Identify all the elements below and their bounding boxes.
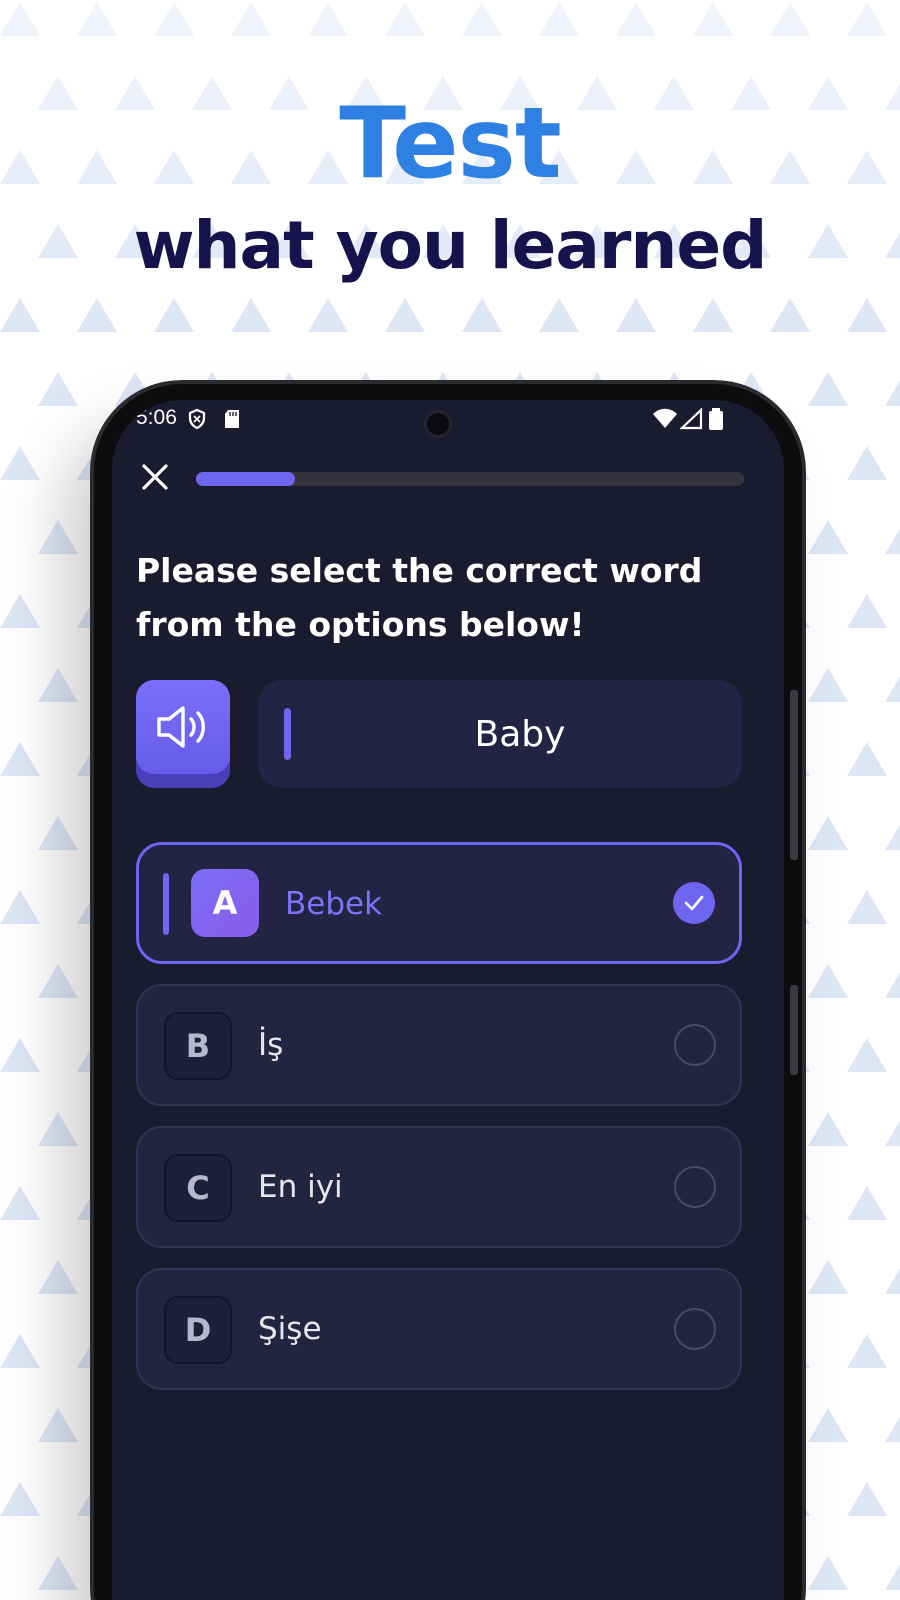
headline-subtitle: what you learned — [133, 207, 768, 284]
volume-button — [790, 690, 798, 860]
close-icon[interactable] — [138, 460, 172, 494]
sd-card-icon — [225, 410, 239, 428]
radio-icon — [674, 1024, 716, 1066]
signal-icon — [680, 408, 703, 430]
target-word: Baby — [474, 713, 566, 755]
shield-icon — [188, 408, 206, 430]
radio-icon — [674, 1166, 716, 1208]
app-screen: 5:06 Please select the correct word from… — [112, 400, 784, 1600]
option-text: Bebek — [285, 886, 383, 922]
play-audio-button[interactable] — [136, 680, 230, 788]
option-text: Şişe — [258, 1311, 322, 1347]
option-letter: B — [164, 1012, 232, 1080]
option-a[interactable]: A Bebek — [136, 842, 742, 964]
option-letter: A — [191, 869, 259, 937]
power-button — [790, 985, 798, 1075]
battery-icon — [709, 408, 723, 430]
question-prompt: Please select the correct word from the … — [136, 551, 703, 644]
status-bar: 5:06 — [112, 400, 784, 440]
progress-bar — [196, 472, 744, 486]
word-card: Baby — [258, 680, 742, 788]
radio-icon — [674, 1308, 716, 1350]
option-d[interactable]: D Şişe — [136, 1268, 742, 1390]
option-b[interactable]: B İş — [136, 984, 742, 1106]
wifi-icon — [653, 408, 677, 428]
option-c[interactable]: C En iyi — [136, 1126, 742, 1248]
speaker-icon — [157, 706, 205, 748]
option-text: En iyi — [258, 1169, 343, 1205]
option-accent-bar — [163, 873, 169, 935]
progress-fill — [196, 472, 295, 486]
option-letter: C — [164, 1154, 232, 1222]
status-time: 5:06 — [136, 406, 177, 429]
option-text: İş — [258, 1027, 284, 1063]
front-camera — [424, 410, 452, 438]
option-letter: D — [164, 1296, 232, 1364]
check-icon — [673, 882, 715, 924]
word-accent-bar — [284, 708, 291, 760]
headline-title: Test — [339, 87, 561, 201]
